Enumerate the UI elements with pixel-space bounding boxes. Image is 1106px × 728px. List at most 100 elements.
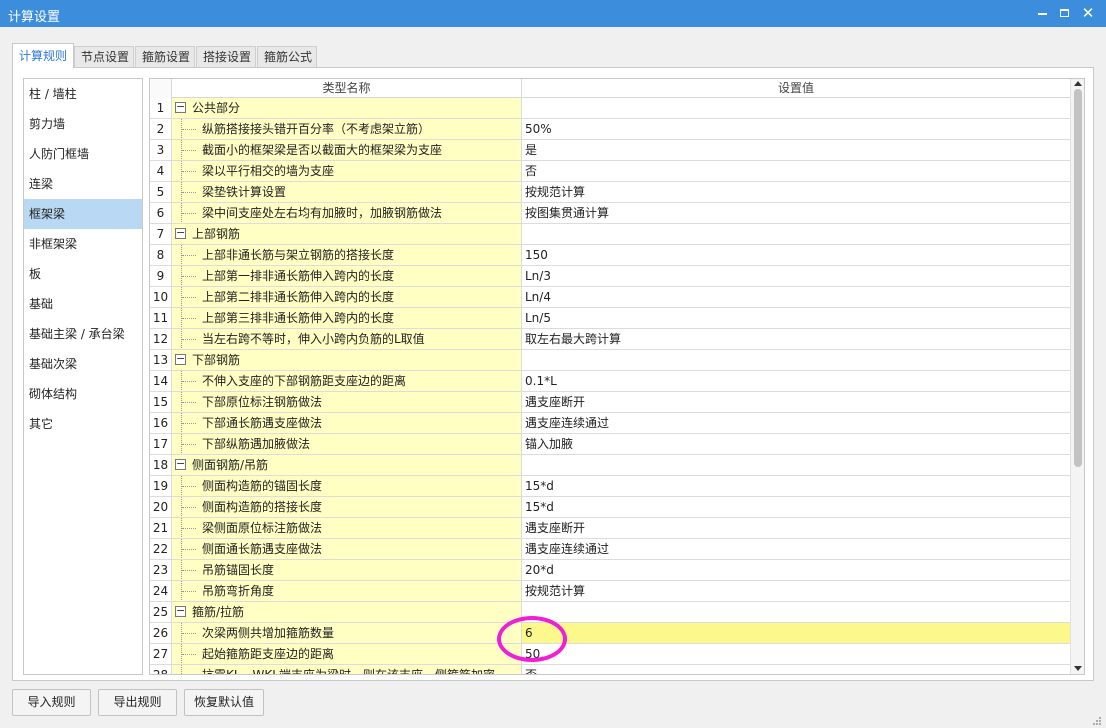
setting-value-cell[interactable]: 按规范计算: [522, 581, 1070, 601]
type-name-cell: 次梁两侧共增加箍筋数量: [172, 623, 522, 643]
sidebar-item[interactable]: 基础主梁 / 承台梁: [24, 319, 142, 349]
setting-value-cell[interactable]: 6: [522, 623, 1070, 643]
table-row[interactable]: 20 侧面构造筋的搭接长度 15*d: [150, 497, 1070, 518]
setting-value-cell[interactable]: 否: [522, 161, 1070, 181]
setting-value-cell[interactable]: 按图集贯通计算: [522, 203, 1070, 223]
table-row[interactable]: 15 下部原位标注钢筋做法 遇支座断开: [150, 392, 1070, 413]
group-row[interactable]: 1− 公共部分: [150, 98, 1070, 119]
setting-value-cell[interactable]: 50%: [522, 119, 1070, 139]
setting-value-cell[interactable]: [522, 455, 1070, 475]
import-rules-button[interactable]: 导入规则: [12, 689, 91, 716]
export-rules-button[interactable]: 导出规则: [98, 689, 177, 716]
setting-value-cell[interactable]: 遇支座连续通过: [522, 413, 1070, 433]
table-row[interactable]: 9 上部第一排非通长筋伸入跨内的长度 Ln/3: [150, 266, 1070, 287]
setting-value-cell[interactable]: 遇支座断开: [522, 392, 1070, 412]
collapse-icon[interactable]: −: [175, 101, 186, 113]
minimize-button[interactable]: [1030, 3, 1054, 23]
sidebar-item[interactable]: 非框架梁: [24, 229, 142, 259]
type-name-cell: 下部原位标注钢筋做法: [172, 392, 522, 412]
table-row[interactable]: 28 抗震KL、WKL端支座为梁时，则在该支座一侧箍筋加密 否: [150, 665, 1070, 674]
setting-value-cell[interactable]: 按规范计算: [522, 182, 1070, 202]
collapse-icon[interactable]: −: [175, 353, 186, 365]
setting-value-cell[interactable]: 150: [522, 245, 1070, 265]
table-row[interactable]: 23 吊筋锚固长度 20*d: [150, 560, 1070, 581]
resize-grip-icon[interactable]: [1092, 716, 1102, 726]
sidebar-item[interactable]: 砌体结构: [24, 379, 142, 409]
sidebar-item[interactable]: 剪力墙: [24, 109, 142, 139]
sidebar-item[interactable]: 基础次梁: [24, 349, 142, 379]
table-row[interactable]: 4 梁以平行相交的墙为支座 否: [150, 161, 1070, 182]
setting-label: 次梁两侧共增加箍筋数量: [202, 626, 335, 640]
highlight-annotation-circle: [497, 616, 567, 662]
setting-value-cell[interactable]: [522, 350, 1070, 370]
table-row[interactable]: 12 当左右跨不等时，伸入小跨内负筋的L取值 取左右最大跨计算: [150, 329, 1070, 350]
row-number: 13: [150, 350, 172, 370]
setting-value-cell[interactable]: 0.1*L: [522, 371, 1070, 391]
table-row[interactable]: 2 纵筋搭接接头错开百分率（不考虑架立筋） 50%: [150, 119, 1070, 140]
tab-stirrup-settings[interactable]: 箍筋设置: [135, 46, 195, 67]
group-row[interactable]: 13− 下部钢筋: [150, 350, 1070, 371]
setting-value-cell[interactable]: 否: [522, 665, 1070, 674]
setting-value-cell[interactable]: 20*d: [522, 560, 1070, 580]
setting-value-cell[interactable]: 50: [522, 644, 1070, 664]
collapse-icon[interactable]: −: [175, 605, 186, 617]
row-number: 5: [150, 182, 172, 202]
setting-value-cell[interactable]: [522, 602, 1070, 622]
tab-stirrup-formula[interactable]: 箍筋公式: [257, 46, 317, 67]
table-row[interactable]: 16 下部通长筋遇支座做法 遇支座连续通过: [150, 413, 1070, 434]
sidebar-item[interactable]: 连梁: [24, 169, 142, 199]
close-button[interactable]: ✕: [1076, 3, 1100, 23]
setting-value-cell[interactable]: 是: [522, 140, 1070, 160]
table-row[interactable]: 26 次梁两侧共增加箍筋数量 6: [150, 623, 1070, 644]
table-row[interactable]: 3 截面小的框架梁是否以截面大的框架梁为支座 是: [150, 140, 1070, 161]
sidebar-item[interactable]: 人防门框墙: [24, 139, 142, 169]
sidebar-item[interactable]: 框架梁: [24, 199, 142, 229]
group-row[interactable]: 25− 箍筋/拉筋: [150, 602, 1070, 623]
setting-value-cell[interactable]: 遇支座连续通过: [522, 539, 1070, 559]
setting-value-cell[interactable]: 15*d: [522, 497, 1070, 517]
table-row[interactable]: 24 吊筋弯折角度 按规范计算: [150, 581, 1070, 602]
table-row[interactable]: 6 梁中间支座处左右均有加腋时，加腋钢筋做法 按图集贯通计算: [150, 203, 1070, 224]
type-name-cell: 不伸入支座的下部钢筋距支座边的距离: [172, 371, 522, 391]
restore-defaults-button[interactable]: 恢复默认值: [184, 689, 264, 716]
collapse-icon[interactable]: −: [175, 227, 186, 239]
table-row[interactable]: 27 起始箍筋距支座边的距离 50: [150, 644, 1070, 665]
group-row[interactable]: 7− 上部钢筋: [150, 224, 1070, 245]
setting-label: 当左右跨不等时，伸入小跨内负筋的L取值: [202, 332, 425, 346]
setting-value-cell[interactable]: Ln/5: [522, 308, 1070, 328]
table-row[interactable]: 8 上部非通长筋与架立钢筋的搭接长度 150: [150, 245, 1070, 266]
group-label: 公共部分: [192, 101, 241, 115]
vertical-scrollbar[interactable]: [1070, 79, 1084, 674]
tab-node-settings[interactable]: 节点设置: [74, 46, 134, 67]
sidebar-item[interactable]: 板: [24, 259, 142, 289]
scroll-down-icon[interactable]: [1074, 666, 1082, 671]
collapse-icon[interactable]: −: [175, 458, 186, 470]
table-row[interactable]: 5 梁垫铁计算设置 按规范计算: [150, 182, 1070, 203]
tab-lap-settings[interactable]: 搭接设置: [196, 46, 256, 67]
table-row[interactable]: 11 上部第三排非通长筋伸入跨内的长度 Ln/5: [150, 308, 1070, 329]
setting-value-cell[interactable]: Ln/4: [522, 287, 1070, 307]
tab-calc-rules[interactable]: 计算规则: [12, 43, 74, 68]
table-row[interactable]: 14 不伸入支座的下部钢筋距支座边的距离 0.1*L: [150, 371, 1070, 392]
group-row[interactable]: 18− 侧面钢筋/吊筋: [150, 455, 1070, 476]
scroll-thumb[interactable]: [1074, 89, 1082, 467]
tree-branch: [182, 486, 196, 487]
setting-value-cell[interactable]: Ln/3: [522, 266, 1070, 286]
setting-value-cell[interactable]: 取左右最大跨计算: [522, 329, 1070, 349]
setting-value-cell[interactable]: [522, 98, 1070, 118]
table-row[interactable]: 10 上部第二排非通长筋伸入跨内的长度 Ln/4: [150, 287, 1070, 308]
sidebar-item[interactable]: 基础: [24, 289, 142, 319]
sidebar-item[interactable]: 柱 / 墙柱: [24, 79, 142, 109]
scroll-up-icon[interactable]: [1074, 81, 1082, 86]
sidebar-item[interactable]: 其它: [24, 409, 142, 439]
setting-value-cell[interactable]: 锚入加腋: [522, 434, 1070, 454]
table-row[interactable]: 19 侧面构造筋的锚固长度 15*d: [150, 476, 1070, 497]
setting-value-cell[interactable]: 遇支座断开: [522, 518, 1070, 538]
maximize-button[interactable]: [1052, 3, 1076, 23]
table-row[interactable]: 22 侧面通长筋遇支座做法 遇支座连续通过: [150, 539, 1070, 560]
tree-branch: [182, 591, 196, 592]
table-row[interactable]: 21 梁侧面原位标注筋做法 遇支座断开: [150, 518, 1070, 539]
setting-value-cell[interactable]: [522, 224, 1070, 244]
setting-value-cell[interactable]: 15*d: [522, 476, 1070, 496]
table-row[interactable]: 17 下部纵筋遇加腋做法 锚入加腋: [150, 434, 1070, 455]
